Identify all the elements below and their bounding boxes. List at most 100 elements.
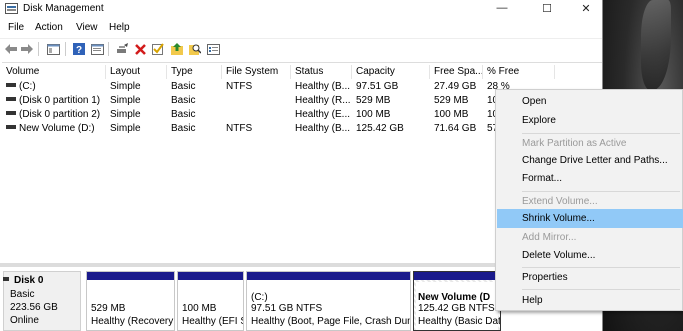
minimize-button[interactable]: — (482, 0, 522, 16)
column-header-status[interactable]: Status (291, 65, 352, 79)
toolbar-separator (38, 42, 39, 56)
title-bar[interactable]: Disk Management — ☐ ✕ (0, 0, 602, 18)
close-button[interactable]: ✕ (566, 0, 602, 16)
type-cell: Basic (171, 123, 196, 134)
help-icon[interactable]: ? (71, 41, 87, 57)
partition-label: New Volume (D (418, 292, 491, 303)
menu-item-explore[interactable]: Explore (497, 111, 683, 130)
menu-item-properties[interactable]: Properties (497, 268, 683, 287)
disk-state: Online (10, 315, 39, 326)
menu-item-change-drive-letter[interactable]: Change Drive Letter and Paths... (497, 151, 683, 170)
forward-icon[interactable] (19, 41, 35, 57)
partition-new-volume-d[interactable]: New Volume (D 125.42 GB NTFS Healthy (Ba… (413, 271, 501, 331)
minimize-icon: — (496, 2, 508, 14)
disk-icon (3, 277, 9, 281)
type-cell: Basic (171, 95, 196, 106)
free-space-cell: 100 MB (434, 109, 469, 120)
file-system-cell: NTFS (226, 81, 253, 92)
column-header-capacity[interactable]: Capacity (352, 65, 430, 79)
list-icon[interactable] (205, 41, 221, 57)
layout-cell: Simple (110, 123, 141, 134)
menu-action[interactable]: Action (35, 22, 63, 33)
menu-item-format[interactable]: Format... (497, 169, 683, 188)
back-icon[interactable] (3, 41, 19, 57)
type-cell: Basic (171, 109, 196, 120)
volume-icon (6, 97, 16, 102)
volume-name: (Disk 0 partition 1) (19, 95, 101, 106)
disk-type: Basic (10, 289, 35, 300)
partition-band (414, 272, 500, 280)
partition-size: 529 MB (91, 303, 126, 314)
column-header-free-space[interactable]: Free Spa... (430, 65, 483, 79)
toolbar-separator (65, 42, 66, 56)
delete-icon[interactable] (132, 41, 148, 57)
free-space-cell: 71.64 GB (434, 123, 477, 134)
toolbar-separator (108, 42, 109, 56)
partition-label: (C:) (251, 292, 268, 303)
capacity-cell: 529 MB (356, 95, 391, 106)
background-figure (641, 0, 671, 90)
type-cell: Basic (171, 81, 196, 92)
menu-item-help[interactable]: Help (497, 291, 683, 310)
partition-band (178, 272, 243, 280)
disk-size: 223.56 GB (10, 302, 58, 313)
menu-separator (522, 289, 680, 290)
status-cell: Healthy (B... (295, 81, 351, 92)
connect-icon[interactable] (114, 41, 130, 57)
check-icon[interactable] (150, 41, 166, 57)
volume-icon (6, 111, 16, 116)
partition-size: 125.42 GB NTFS (418, 303, 495, 314)
layout-cell: Simple (110, 95, 141, 106)
search-icon[interactable] (187, 41, 203, 57)
menu-bar: File Action View Help (0, 20, 602, 36)
column-header-file-system[interactable]: File System (222, 65, 291, 79)
disk-name: Disk 0 (14, 275, 44, 286)
partition-recovery[interactable]: 529 MB Healthy (Recovery (86, 271, 175, 331)
volume-icon (6, 83, 16, 88)
partition-band (87, 272, 174, 280)
layout-cell: Simple (110, 109, 141, 120)
partition-status: Healthy (Boot, Page File, Crash Dump (251, 316, 411, 327)
capacity-cell: 100 MB (356, 109, 391, 120)
volume-icon (6, 125, 16, 130)
show-hide-console-tree-icon[interactable] (45, 41, 61, 57)
volume-name: (C:) (19, 81, 36, 92)
disk-management-app-icon (5, 3, 18, 14)
column-header-type[interactable]: Type (167, 65, 222, 79)
properties-icon[interactable] (89, 41, 105, 57)
menu-item-open[interactable]: Open (497, 92, 683, 111)
close-icon: ✕ (581, 2, 591, 15)
maximize-button[interactable]: ☐ (527, 0, 567, 16)
status-cell: Healthy (R... (295, 95, 351, 106)
partition-efi[interactable]: 100 MB Healthy (EFI S (177, 271, 244, 331)
column-header-volume[interactable]: Volume (2, 65, 106, 79)
menu-item-add-mirror: Add Mirror... (522, 232, 577, 243)
partition-c[interactable]: (C:) 97.51 GB NTFS Healthy (Boot, Page F… (246, 271, 411, 331)
menu-item-shrink-volume[interactable]: Shrink Volume... (497, 209, 683, 228)
partition-status: Healthy (Recovery (91, 316, 174, 327)
context-menu: Open Explore Mark Partition as Active Ch… (495, 89, 683, 311)
menu-item-delete-volume[interactable]: Delete Volume... (497, 246, 683, 265)
file-system-cell (222, 108, 291, 122)
column-header-layout[interactable]: Layout (106, 65, 167, 79)
maximize-icon: ☐ (542, 2, 552, 15)
status-cell: Healthy (B... (295, 123, 351, 134)
status-cell: Healthy (E... (295, 109, 351, 120)
free-space-cell: 27.49 GB (434, 81, 477, 92)
partition-size: 100 MB (182, 303, 217, 314)
window-title: Disk Management (23, 3, 104, 14)
partition-size: 97.51 GB NTFS (251, 303, 323, 314)
menu-help[interactable]: Help (109, 22, 130, 33)
menu-view[interactable]: View (76, 22, 98, 33)
file-system-cell (222, 94, 291, 108)
partition-status: Healthy (Basic Data Partition) (418, 316, 501, 327)
capacity-cell: 125.42 GB (356, 123, 404, 134)
folder-up-icon[interactable] (169, 41, 185, 57)
menu-file[interactable]: File (8, 22, 24, 33)
partition-band (247, 272, 410, 280)
column-header-percent-free[interactable]: % Free (483, 65, 555, 79)
disk-0-info[interactable]: Disk 0 Basic 223.56 GB Online (3, 271, 81, 331)
toolbar: ? (0, 38, 602, 58)
layout-cell: Simple (110, 81, 141, 92)
file-system-cell: NTFS (226, 123, 253, 134)
